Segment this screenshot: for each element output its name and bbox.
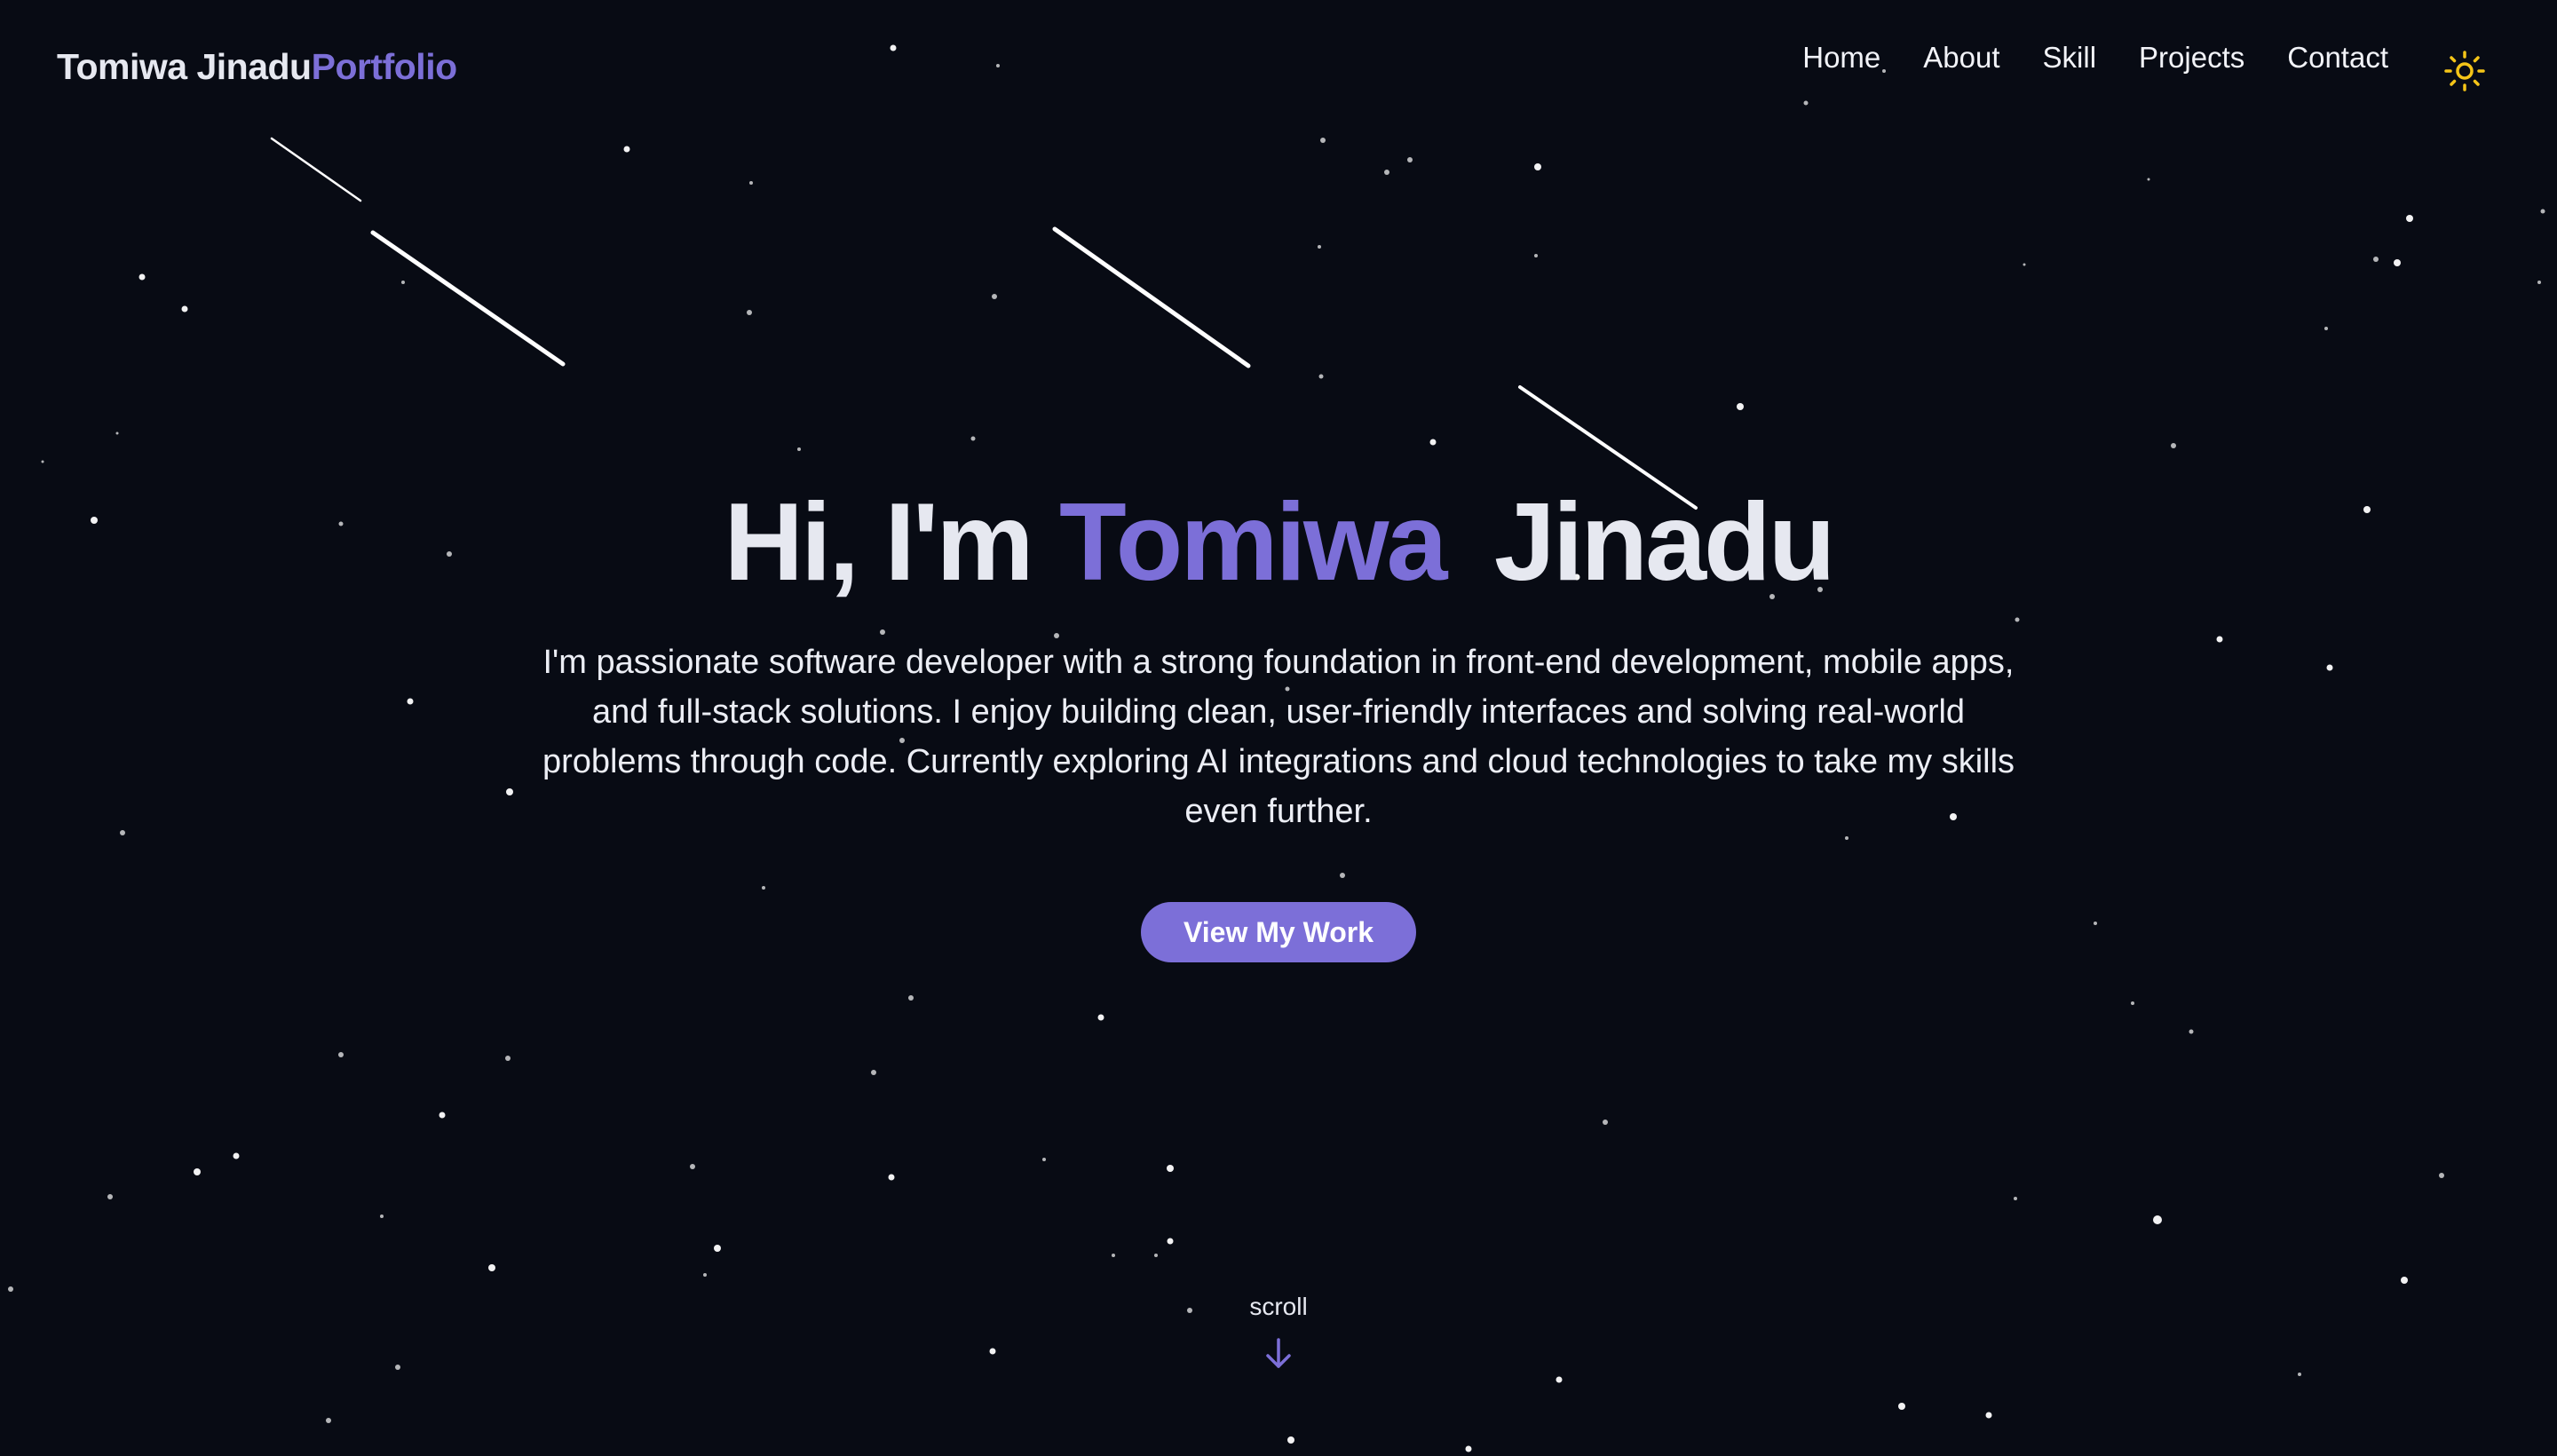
- star: [1556, 1376, 1563, 1383]
- theme-toggle-button[interactable]: [2443, 50, 2486, 92]
- hero-page: Tomiwa JinaduPortfolio Home About Skill …: [0, 0, 2557, 1456]
- star: [888, 1174, 895, 1181]
- star: [1985, 1412, 1992, 1419]
- star: [871, 1070, 876, 1075]
- star: [1287, 1436, 1294, 1444]
- star: [623, 146, 630, 153]
- star: [2189, 1029, 2194, 1034]
- star: [2394, 259, 2401, 266]
- brand-suffix: Portfolio: [311, 46, 458, 87]
- star: [1898, 1403, 1905, 1410]
- star: [505, 1056, 511, 1061]
- star: [2324, 327, 2328, 330]
- hero-description: I'm passionate software developer with a…: [542, 644, 2015, 830]
- star: [181, 305, 188, 313]
- star: [1407, 157, 1413, 162]
- scroll-label: scroll: [1249, 1293, 1308, 1320]
- star: [1534, 254, 1538, 257]
- star: [380, 1215, 384, 1218]
- shooting-star: [370, 230, 566, 367]
- star: [2147, 178, 2150, 181]
- star: [1534, 163, 1541, 170]
- star: [139, 273, 146, 281]
- star: [908, 995, 914, 1001]
- sun-icon: [2444, 51, 2485, 91]
- star: [1097, 1014, 1104, 1021]
- star: [1318, 374, 1324, 379]
- hero-first-name: Tomiwa: [1059, 481, 1447, 604]
- star: [326, 1418, 331, 1423]
- hero-title: Hi, I'm Tomiwa Jinadu: [0, 479, 2557, 605]
- nav-link-projects[interactable]: Projects: [2139, 41, 2244, 75]
- star: [1737, 403, 1744, 410]
- star: [2131, 1001, 2134, 1005]
- star: [2401, 1277, 2408, 1284]
- star: [1112, 1254, 1115, 1257]
- star: [703, 1273, 707, 1277]
- star: [1429, 439, 1437, 446]
- star: [690, 1164, 695, 1169]
- view-my-work-button[interactable]: View My Work: [1141, 902, 1416, 962]
- nav-link-home[interactable]: Home: [1802, 41, 1880, 75]
- star: [2023, 263, 2026, 266]
- star: [2014, 1197, 2017, 1200]
- nav-link-skill[interactable]: Skill: [2043, 41, 2097, 75]
- star: [2153, 1215, 2162, 1224]
- star: [194, 1168, 201, 1175]
- star: [2540, 209, 2545, 214]
- star: [41, 460, 44, 463]
- star: [1384, 170, 1389, 175]
- shooting-star: [270, 137, 362, 202]
- brand-name: Tomiwa Jinadu: [57, 46, 312, 87]
- shooting-star: [1052, 226, 1251, 368]
- hero-greeting: Hi, I'm: [724, 481, 1033, 604]
- top-navigation: Tomiwa JinaduPortfolio Home About Skill …: [0, 0, 2557, 142]
- star: [1167, 1165, 1174, 1172]
- star: [2406, 215, 2413, 222]
- star: [488, 1264, 495, 1271]
- nav-link-about[interactable]: About: [1923, 41, 1999, 75]
- star: [1318, 245, 1321, 249]
- scroll-indicator[interactable]: scroll: [0, 1293, 2557, 1371]
- star: [970, 436, 976, 441]
- hero-section: Hi, I'm Tomiwa Jinadu I'm passionate sof…: [0, 479, 2557, 962]
- star: [1167, 1238, 1174, 1245]
- brand-logo[interactable]: Tomiwa JinaduPortfolio: [57, 46, 457, 88]
- star: [2537, 281, 2541, 284]
- star: [2171, 443, 2176, 448]
- nav-link-contact[interactable]: Contact: [2287, 41, 2388, 75]
- star: [749, 181, 753, 185]
- star: [115, 431, 119, 435]
- star: [439, 1112, 446, 1119]
- star: [797, 447, 801, 451]
- star: [992, 294, 997, 299]
- star: [338, 1052, 344, 1057]
- star: [401, 281, 405, 284]
- star: [1154, 1254, 1158, 1257]
- star: [714, 1245, 721, 1252]
- star: [2373, 257, 2379, 262]
- star: [2298, 1373, 2301, 1376]
- arrow-down-icon: [1266, 1338, 1291, 1368]
- star: [1042, 1158, 1046, 1161]
- star: [2439, 1173, 2444, 1178]
- star: [8, 1286, 13, 1292]
- star: [1603, 1120, 1608, 1125]
- nav-links: Home About Skill Projects Contact: [1802, 41, 2388, 75]
- star: [1465, 1445, 1472, 1452]
- star: [747, 310, 752, 315]
- star: [107, 1194, 113, 1199]
- star: [233, 1152, 240, 1159]
- hero-last-name: Jinadu: [1493, 481, 1836, 604]
